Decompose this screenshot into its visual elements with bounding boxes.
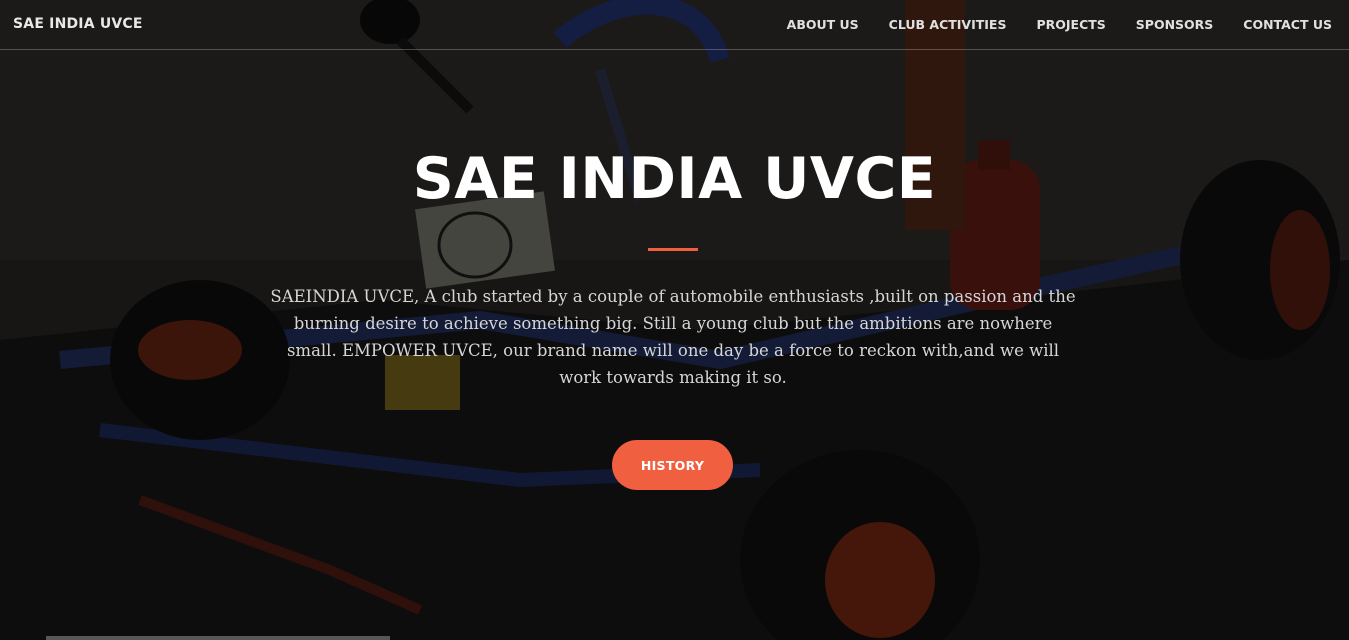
nav-link-club-activities[interactable]: CLUB ACTIVITIES: [889, 17, 1007, 32]
title-divider: [648, 248, 698, 251]
nav-link-sponsors[interactable]: SPONSORS: [1136, 17, 1214, 32]
brand-link[interactable]: SAE INDIA UVCE: [13, 16, 143, 32]
hero-content: SAE INDIA UVCE SAEINDIA UVCE, A club sta…: [0, 0, 1349, 640]
hero-description: SAEINDIA UVCE, A club started by a coupl…: [270, 287, 1076, 387]
horizontal-scrollbar[interactable]: [46, 636, 390, 640]
hero-title: SAE INDIA UVCE: [412, 146, 937, 212]
nav-links: ABOUT US CLUB ACTIVITIES PROJECTS SPONSO…: [757, 17, 1332, 32]
hero-section: SAE INDIA UVCE ABOUT US CLUB ACTIVITIES …: [0, 0, 1349, 640]
nav-link-projects[interactable]: PROJECTS: [1036, 17, 1105, 32]
top-navbar: SAE INDIA UVCE ABOUT US CLUB ACTIVITIES …: [0, 0, 1349, 50]
history-button[interactable]: HISTORY: [612, 440, 733, 490]
nav-link-contact-us[interactable]: CONTACT US: [1243, 17, 1332, 32]
nav-link-about-us[interactable]: ABOUT US: [787, 17, 859, 32]
